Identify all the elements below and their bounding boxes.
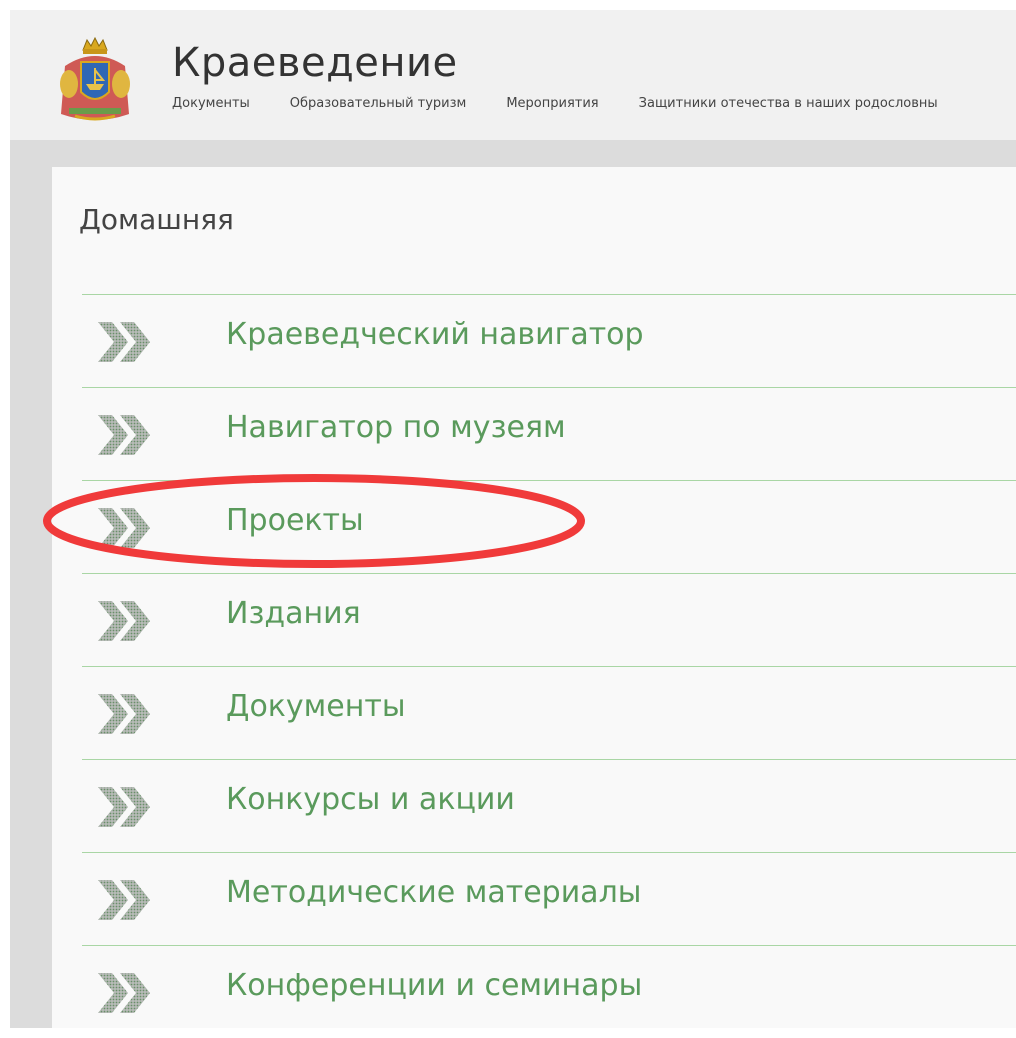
menu-item-methodical-materials[interactable]: Методические материалы xyxy=(82,852,1016,945)
site-header: Краеведение Документы Образовательный тур… xyxy=(10,10,1016,140)
double-chevron-icon xyxy=(94,872,160,928)
double-chevron-icon xyxy=(94,314,160,370)
double-chevron-icon xyxy=(94,965,160,1021)
menu-item-label[interactable]: Навигатор по музеям xyxy=(226,410,566,445)
menu-item-label[interactable]: Краеведческий навигатор xyxy=(226,317,644,352)
menu-item-documents[interactable]: Документы xyxy=(82,666,1016,759)
top-nav: Документы Образовательный туризм Мероприят… xyxy=(172,92,978,111)
double-chevron-icon xyxy=(94,686,160,742)
nav-link-defenders[interactable]: Защитники отечества в наших родословны xyxy=(639,96,938,111)
menu-item-projects[interactable]: Проекты xyxy=(82,480,1016,573)
double-chevron-icon xyxy=(94,500,160,556)
menu-item-publications[interactable]: Издания xyxy=(82,573,1016,666)
double-chevron-icon xyxy=(94,593,160,649)
page-title: Домашняя xyxy=(79,203,234,236)
menu-item-label[interactable]: Проекты xyxy=(226,503,364,538)
menu-item-label[interactable]: Методические материалы xyxy=(226,875,641,910)
menu-item-local-history-navigator[interactable]: Краеведческий навигатор xyxy=(82,294,1016,387)
double-chevron-icon xyxy=(94,407,160,463)
coat-of-arms-logo[interactable] xyxy=(55,36,135,124)
menu-item-label[interactable]: Конференции и семинары xyxy=(226,968,642,1003)
menu-item-label[interactable]: Документы xyxy=(226,689,406,724)
menu-item-label[interactable]: Конкурсы и акции xyxy=(226,782,515,817)
menu-item-label[interactable]: Издания xyxy=(226,596,361,631)
nav-link-documents[interactable]: Документы xyxy=(172,96,250,111)
menu-item-conferences[interactable]: Конференции и семинары xyxy=(82,945,1016,1038)
nav-link-events[interactable]: Мероприятия xyxy=(506,96,598,111)
section-menu: Краеведческий навигатор Навигатор по муз… xyxy=(82,294,1016,1038)
site-title[interactable]: Краеведение xyxy=(172,40,458,86)
menu-item-museum-navigator[interactable]: Навигатор по музеям xyxy=(82,387,1016,480)
double-chevron-icon xyxy=(94,779,160,835)
menu-item-contests[interactable]: Конкурсы и акции xyxy=(82,759,1016,852)
nav-link-educational-tourism[interactable]: Образовательный туризм xyxy=(290,96,467,111)
content-panel: Домашняя Краеведческий навигатор Навигат… xyxy=(52,167,1016,1028)
